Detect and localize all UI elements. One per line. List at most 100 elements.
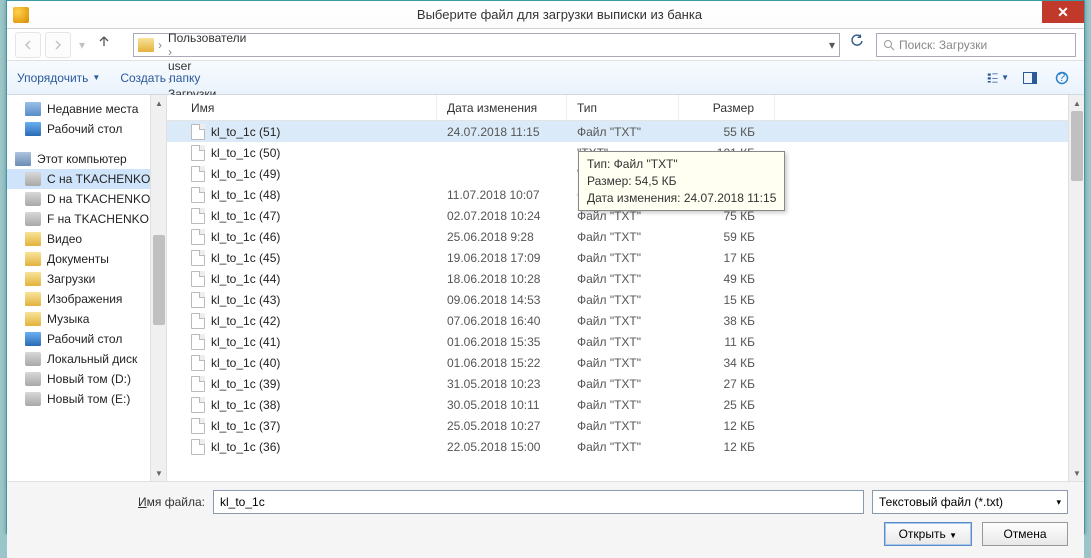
folder-icon bbox=[138, 38, 154, 52]
sidebar-item[interactable]: Загрузки bbox=[7, 269, 166, 289]
help-button[interactable]: ? bbox=[1050, 67, 1074, 89]
file-row[interactable]: kl_to_1c (37)25.05.2018 10:27Файл "TXT"1… bbox=[167, 415, 1084, 436]
file-name: kl_to_1c (44) bbox=[211, 272, 280, 286]
folder-icon bbox=[25, 192, 41, 206]
scroll-up-icon[interactable]: ▲ bbox=[151, 95, 167, 111]
view-options-button[interactable]: ▼ bbox=[986, 67, 1010, 89]
file-row[interactable]: kl_to_1c (46)25.06.2018 9:28Файл "TXT"59… bbox=[167, 226, 1084, 247]
sidebar-item[interactable]: Изображения bbox=[7, 289, 166, 309]
sidebar-item[interactable]: D на TKACHENKO bbox=[7, 189, 166, 209]
sidebar-item-label: Видео bbox=[47, 232, 82, 246]
sidebar-item[interactable]: C на TKACHENKO bbox=[7, 169, 166, 189]
file-row[interactable]: kl_to_1c (42)07.06.2018 16:40Файл "TXT"3… bbox=[167, 310, 1084, 331]
breadcrumb-item[interactable]: Пользователи bbox=[166, 31, 273, 45]
column-size[interactable]: Размер bbox=[679, 95, 775, 120]
file-name: kl_to_1c (48) bbox=[211, 188, 280, 202]
close-button[interactable]: ✕ bbox=[1042, 1, 1084, 23]
sidebar-item-label: Недавние места bbox=[47, 102, 138, 116]
address-bar[interactable]: › Этот компьютер›C на TKACHENKO›Пользова… bbox=[133, 33, 840, 57]
file-row[interactable]: kl_to_1c (38)30.05.2018 10:11Файл "TXT"2… bbox=[167, 394, 1084, 415]
sidebar-item[interactable]: Недавние места bbox=[7, 99, 166, 119]
sidebar-item[interactable]: Рабочий стол bbox=[7, 119, 166, 139]
open-button[interactable]: Открыть ▼ bbox=[884, 522, 972, 546]
file-row[interactable]: kl_to_1c (45)19.06.2018 17:09Файл "TXT"1… bbox=[167, 247, 1084, 268]
file-size: 59 КБ bbox=[679, 230, 775, 244]
sidebar-item[interactable]: Новый том (D:) bbox=[7, 369, 166, 389]
sidebar-item[interactable]: Локальный диск bbox=[7, 349, 166, 369]
file-row[interactable]: kl_to_1c (41) 01.06.2018 15:35Файл "TXT"1… bbox=[167, 331, 1084, 352]
up-button[interactable] bbox=[97, 34, 119, 56]
file-icon bbox=[191, 145, 205, 161]
sidebar-item[interactable]: Рабочий стол bbox=[7, 329, 166, 349]
file-icon bbox=[191, 418, 205, 434]
file-date: 01.06.2018 15:35 bbox=[437, 335, 567, 349]
file-row[interactable]: kl_to_1c (39)31.05.2018 10:23Файл "TXT"2… bbox=[167, 373, 1084, 394]
file-name: kl_to_1c (41) bbox=[211, 335, 280, 349]
file-icon bbox=[191, 313, 205, 329]
new-folder-button[interactable]: Создать папку bbox=[120, 71, 200, 85]
file-row[interactable]: kl_to_1c (36)22.05.2018 15:00Файл "TXT"1… bbox=[167, 436, 1084, 457]
file-size: 15 КБ bbox=[679, 293, 775, 307]
recent-dropdown[interactable]: ▾ bbox=[75, 32, 89, 58]
file-icon bbox=[191, 292, 205, 308]
column-name[interactable]: Имя bbox=[167, 95, 437, 120]
file-name: kl_to_1c (42) bbox=[211, 314, 280, 328]
sidebar-item[interactable]: Новый том (E:) bbox=[7, 389, 166, 409]
file-row[interactable]: kl_to_1c (43)09.06.2018 14:53Файл "TXT"1… bbox=[167, 289, 1084, 310]
back-button[interactable] bbox=[15, 32, 41, 58]
file-row[interactable]: kl_to_1c (40)01.06.2018 15:22Файл "TXT"3… bbox=[167, 352, 1084, 373]
file-size: 38 КБ bbox=[679, 314, 775, 328]
cancel-button[interactable]: Отмена bbox=[982, 522, 1068, 546]
sidebar-item-label: Новый том (D:) bbox=[47, 372, 131, 386]
file-icon bbox=[191, 355, 205, 371]
scroll-down-icon[interactable]: ▼ bbox=[151, 465, 167, 481]
address-dropdown-icon[interactable]: ▾ bbox=[829, 38, 835, 52]
sidebar-scroll-thumb[interactable] bbox=[153, 235, 165, 325]
file-date: 31.05.2018 10:23 bbox=[437, 377, 567, 391]
refresh-button[interactable] bbox=[850, 34, 872, 56]
file-row[interactable]: kl_to_1c (51)24.07.2018 11:15Файл "TXT"5… bbox=[167, 121, 1084, 142]
sidebar-item[interactable]: F на TKACHENKO bbox=[7, 209, 166, 229]
sidebar-scrollbar[interactable]: ▲ ▼ bbox=[150, 95, 166, 481]
folder-icon bbox=[25, 212, 41, 226]
file-row[interactable]: kl_to_1c (44)18.06.2018 10:28Файл "TXT"4… bbox=[167, 268, 1084, 289]
filename-input[interactable] bbox=[213, 490, 864, 514]
folder-icon bbox=[25, 392, 41, 406]
file-type-select[interactable]: Текстовый файл (*.txt)▾ bbox=[872, 490, 1068, 514]
sidebar-item[interactable]: Этот компьютер bbox=[7, 149, 166, 169]
chevron-right-icon: › bbox=[158, 38, 162, 52]
column-type[interactable]: Тип bbox=[567, 95, 679, 120]
file-type: Файл "TXT" bbox=[567, 335, 679, 349]
file-scroll-thumb[interactable] bbox=[1071, 111, 1083, 181]
file-date: 24.07.2018 11:15 bbox=[437, 125, 567, 139]
folder-icon bbox=[25, 372, 41, 386]
file-type: Файл "TXT" bbox=[567, 125, 679, 139]
file-name: kl_to_1c (38) bbox=[211, 398, 280, 412]
organize-button[interactable]: Упорядочить▼ bbox=[17, 71, 100, 85]
scroll-up-icon[interactable]: ▲ bbox=[1069, 95, 1085, 111]
file-date: 25.05.2018 10:27 bbox=[437, 419, 567, 433]
file-icon bbox=[191, 229, 205, 245]
file-size: 11 КБ bbox=[679, 335, 775, 349]
sidebar-item[interactable]: Видео bbox=[7, 229, 166, 249]
file-date: 07.06.2018 16:40 bbox=[437, 314, 567, 328]
svg-text:?: ? bbox=[1059, 71, 1066, 84]
folder-icon bbox=[25, 252, 41, 266]
column-date[interactable]: Дата изменения bbox=[437, 95, 567, 120]
folder-icon bbox=[25, 292, 41, 306]
scroll-down-icon[interactable]: ▼ bbox=[1069, 465, 1085, 481]
preview-pane-button[interactable] bbox=[1018, 67, 1042, 89]
titlebar: Выберите файл для загрузки выписки из ба… bbox=[7, 1, 1084, 29]
file-size: 17 КБ bbox=[679, 251, 775, 265]
search-input[interactable]: Поиск: Загрузки bbox=[876, 33, 1076, 57]
file-scrollbar[interactable]: ▲ ▼ bbox=[1068, 95, 1084, 481]
sidebar-item[interactable]: Музыка bbox=[7, 309, 166, 329]
sidebar-item-label: Музыка bbox=[47, 312, 89, 326]
file-date: 18.06.2018 10:28 bbox=[437, 272, 567, 286]
sidebar-item-label: Рабочий стол bbox=[47, 122, 122, 136]
sidebar-item[interactable]: Документы bbox=[7, 249, 166, 269]
file-type: Файл "TXT" bbox=[567, 356, 679, 370]
file-date: 11.07.2018 10:07 bbox=[437, 188, 567, 202]
file-icon bbox=[191, 376, 205, 392]
forward-button[interactable] bbox=[45, 32, 71, 58]
